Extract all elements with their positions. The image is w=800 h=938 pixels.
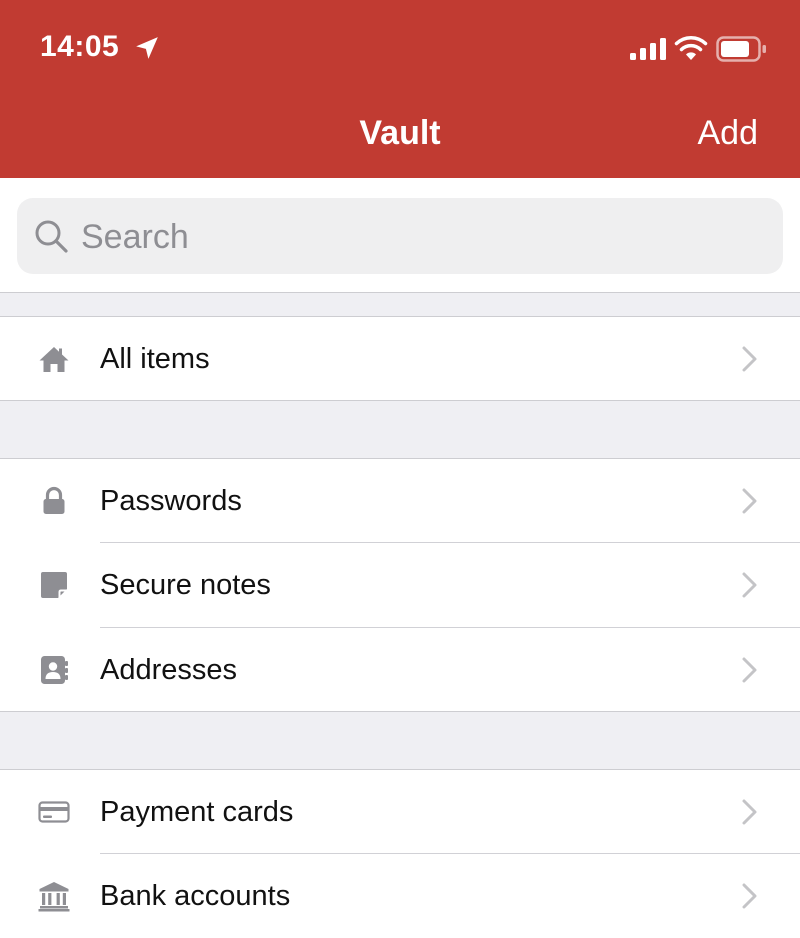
chevron-right-icon — [742, 572, 757, 598]
vault-row-passwords[interactable]: Passwords — [0, 459, 800, 543]
note-icon — [41, 572, 67, 598]
battery-icon — [716, 36, 766, 62]
address-book-icon — [41, 656, 68, 684]
credit-card-icon — [38, 801, 70, 823]
row-label: Bank accounts — [100, 880, 291, 912]
chevron-right-icon — [742, 799, 757, 825]
vault-row-all-items[interactable]: All items — [0, 317, 800, 401]
search-bar — [0, 178, 800, 292]
home-icon — [39, 347, 69, 372]
search-field[interactable] — [17, 198, 783, 274]
vault-row-addresses[interactable]: Addresses — [0, 628, 800, 712]
row-label: Secure notes — [100, 569, 271, 601]
lock-icon — [43, 486, 65, 514]
chevron-right-icon — [742, 346, 757, 372]
vault-row-payment-cards[interactable]: Payment cards — [0, 770, 800, 854]
location-arrow-icon — [136, 37, 158, 59]
navigation-header: 14:05 Vault Add — [0, 0, 800, 178]
chevron-right-icon — [742, 488, 757, 514]
wifi-icon — [674, 36, 708, 60]
page-title: Vault — [359, 114, 441, 152]
add-button[interactable]: Add — [698, 114, 759, 153]
chevron-right-icon — [742, 657, 757, 683]
bank-icon — [38, 882, 70, 912]
status-time: 14:05 — [40, 30, 120, 63]
row-label: Payment cards — [100, 796, 294, 828]
row-label: Addresses — [100, 654, 238, 686]
row-label: Passwords — [100, 485, 242, 517]
chevron-right-icon — [742, 883, 757, 909]
row-label: All items — [100, 343, 210, 375]
section-gap — [0, 400, 800, 459]
search-icon — [35, 220, 68, 253]
cellular-signal-icon — [630, 38, 666, 60]
section-gap — [0, 711, 800, 770]
vault-row-bank-accounts[interactable]: Bank accounts — [0, 854, 800, 938]
vault-row-secure-notes[interactable]: Secure notes — [0, 543, 800, 627]
section-gap — [0, 292, 800, 317]
search-input[interactable] — [79, 208, 763, 266]
